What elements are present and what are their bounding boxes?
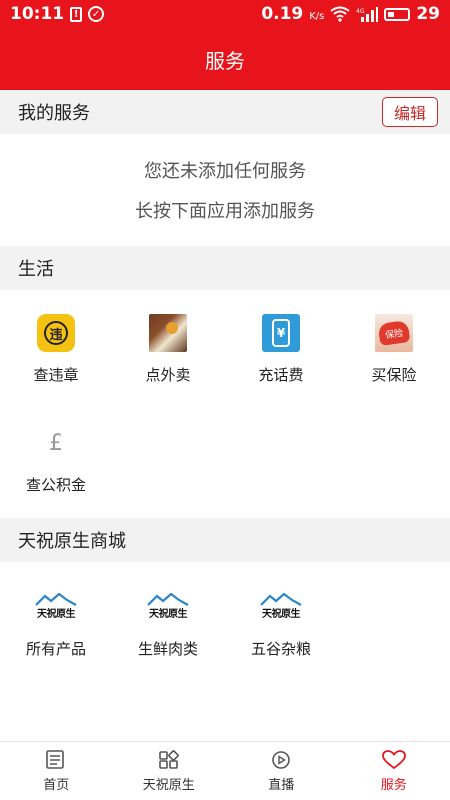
mall-item-fresh-meat[interactable]: 天祝原生 生鲜肉类	[112, 586, 224, 659]
live-play-icon	[272, 750, 291, 769]
tab-label: 天祝原生	[142, 777, 195, 793]
battery-icon	[384, 7, 411, 21]
tab-service[interactable]: 服务	[338, 742, 450, 800]
alert-icon: !	[70, 6, 83, 22]
edit-button[interactable]: 编辑	[381, 97, 438, 127]
mall-item-label: 所有产品	[25, 640, 86, 658]
page-title: 服务	[205, 48, 245, 73]
empty-hint-line1: 您还未添加任何服务	[144, 161, 306, 182]
status-bar: 10:11 ! ✓ 0.19 K/s 4G 29	[0, 0, 450, 28]
mall-item-label: 生鲜肉类	[137, 640, 198, 658]
service-item-traffic[interactable]: 违 查违章	[0, 314, 112, 385]
mall-item-all-products[interactable]: 天祝原生 所有产品	[0, 586, 112, 659]
insurance-icon: 保险	[375, 314, 413, 352]
home-news-icon	[46, 749, 65, 769]
app-header: 服务	[0, 28, 450, 90]
network-speed: 0.19 K/s	[261, 4, 325, 24]
mall-item-label: 五谷杂粮	[250, 640, 311, 658]
tianzhu-logo-icon: 天祝原生	[145, 586, 191, 626]
traffic-violation-icon: 违	[37, 314, 75, 352]
service-item-insurance[interactable]: 保险 买保险	[338, 314, 450, 385]
service-item-label: 买保险	[371, 366, 417, 384]
status-time: 10:11	[10, 4, 65, 24]
phone-recharge-icon: ¥	[262, 314, 300, 352]
wifi-icon	[330, 6, 350, 22]
bottom-tabbar: 首页 天祝原生 直播 服务	[0, 742, 450, 800]
mall-item-grains[interactable]: 天祝原生 五谷杂粮	[225, 586, 337, 659]
grid-apps-icon	[158, 749, 179, 769]
tab-label: 直播	[268, 777, 295, 793]
life-header: 生活	[0, 246, 450, 290]
tab-tianzhu[interactable]: 天祝原生	[113, 742, 226, 800]
service-item-housing-fund[interactable]: £ 查公积金	[0, 424, 112, 495]
mall-header: 天祝原生商城	[0, 518, 450, 562]
battery-level: 29	[416, 4, 440, 24]
tab-label: 首页	[43, 777, 70, 793]
service-item-label: 充话费	[258, 366, 304, 384]
service-item-recharge[interactable]: ¥ 充话费	[225, 314, 337, 385]
mall-title: 天祝原生商城	[18, 531, 126, 552]
food-delivery-icon	[149, 314, 187, 352]
life-title: 生活	[18, 259, 54, 280]
tab-home[interactable]: 首页	[0, 742, 113, 800]
tab-live[interactable]: 直播	[225, 742, 338, 800]
check-icon: ✓	[88, 6, 105, 22]
tianzhu-logo-icon: 天祝原生	[258, 586, 304, 626]
svg-text:4G: 4G	[356, 8, 365, 15]
tab-label: 服务	[380, 777, 407, 793]
empty-hint-line2: 长按下面应用添加服务	[135, 201, 315, 222]
my-services-title: 我的服务	[18, 103, 90, 124]
housing-fund-icon: £	[37, 424, 75, 462]
signal-icon: 4G	[356, 7, 379, 22]
service-item-label: 查违章	[33, 366, 79, 384]
service-item-food[interactable]: 点外卖	[112, 314, 224, 385]
my-services-header: 我的服务 编辑	[0, 90, 450, 134]
service-item-label: 点外卖	[145, 366, 191, 384]
tianzhu-logo-icon: 天祝原生	[33, 586, 79, 626]
heart-icon	[381, 749, 406, 769]
my-services-empty: 您还未添加任何服务 长按下面应用添加服务	[0, 134, 450, 246]
service-item-label: 查公积金	[25, 476, 86, 494]
